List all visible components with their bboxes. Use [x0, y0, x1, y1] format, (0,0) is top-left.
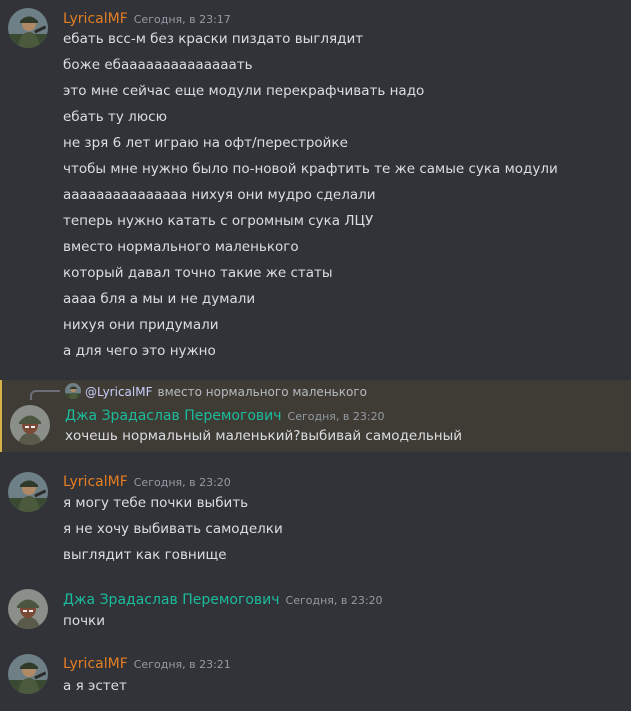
message-group-highlighted: @LyricalMF вместо нормального маленького … [0, 380, 631, 452]
username[interactable]: LyricalMF [63, 474, 128, 490]
message-header: LyricalMF Сегодня, в 23:20 [63, 471, 231, 491]
message-header: Джа Зрадаслав Перемогович Сегодня, в 23:2… [63, 589, 383, 609]
timestamp: Сегодня, в 23:20 [133, 476, 231, 489]
message-header: Джа Зрадаслав Перемогович Сегодня, в 23:2… [65, 405, 385, 425]
username[interactable]: Джа Зрадаслав Перемогович [63, 592, 280, 608]
message-text: нихуя они придумали [63, 317, 219, 333]
reply-reference[interactable]: @LyricalMF вместо нормального маленького [65, 383, 367, 401]
message-text: я могу тебе почки выбить [63, 495, 249, 511]
chat-message-list: LyricalMF Сегодня, в 23:17 ебать всс-м бе… [0, 0, 631, 711]
message-text: хочешь нормальный маленький?выбивай само… [65, 428, 463, 444]
message-group: LyricalMF Сегодня, в 23:21 а я эстет [0, 647, 631, 703]
timestamp: Сегодня, в 23:20 [287, 410, 385, 423]
soldier-avatar-icon[interactable] [8, 654, 48, 694]
helmet-man-avatar-icon[interactable] [8, 589, 48, 629]
message-group: Джа Зрадаслав Перемогович Сегодня, в 23:2… [0, 584, 631, 634]
message-text: выглядит как говнище [63, 547, 227, 563]
soldier-avatar-icon[interactable] [8, 472, 48, 512]
message-text: вместо нормального маленького [63, 239, 299, 255]
message-text: чтобы мне нужно было по-новой крафтить т… [63, 161, 558, 177]
message-text: ебать всс-м без краски пиздато выглядит [63, 31, 364, 47]
username[interactable]: LyricalMF [63, 11, 128, 27]
message-text: а я эстет [63, 678, 127, 694]
message-text: почки [63, 613, 105, 629]
reply-connector [30, 390, 60, 400]
message-text: а для чего это нужно [63, 343, 216, 359]
message-group: LyricalMF Сегодня, в 23:20 я могу тебе по… [0, 466, 631, 570]
soldier-avatar-icon[interactable] [8, 8, 48, 48]
message-text: ааааааааааааааа нихуя они мудро сделали [63, 187, 376, 203]
message-group: LyricalMF Сегодня, в 23:17 ебать всс-м бе… [0, 0, 631, 372]
reply-mention[interactable]: @LyricalMF [85, 385, 153, 399]
timestamp: Сегодня, в 23:20 [285, 594, 383, 607]
message-text: не зря 6 лет играю на офт/перестройке [63, 135, 348, 151]
message-text: я не хочу выбивать самоделки [63, 521, 283, 537]
helmet-man-avatar-icon[interactable] [10, 405, 50, 445]
username[interactable]: Джа Зрадаслав Перемогович [65, 408, 282, 424]
soldier-avatar-icon [65, 383, 81, 399]
reply-preview-text: вместо нормального маленького [157, 385, 367, 399]
message-text: который давал точно такие же статы [63, 265, 333, 281]
message-text: аааа бля а мы и не думали [63, 291, 256, 307]
message-text: это мне сейчас еще модули перекрафчивать… [63, 83, 425, 99]
message-header: LyricalMF Сегодня, в 23:21 [63, 653, 231, 673]
message-text: ебать ту люсю [63, 109, 167, 125]
message-text: теперь нужно катать с огромным сука ЛЦУ [63, 213, 374, 229]
timestamp: Сегодня, в 23:17 [133, 13, 231, 26]
message-header: LyricalMF Сегодня, в 23:17 [63, 8, 231, 28]
username[interactable]: LyricalMF [63, 656, 128, 672]
timestamp: Сегодня, в 23:21 [133, 658, 231, 671]
message-text: боже ебаааааааааааааать [63, 57, 253, 73]
